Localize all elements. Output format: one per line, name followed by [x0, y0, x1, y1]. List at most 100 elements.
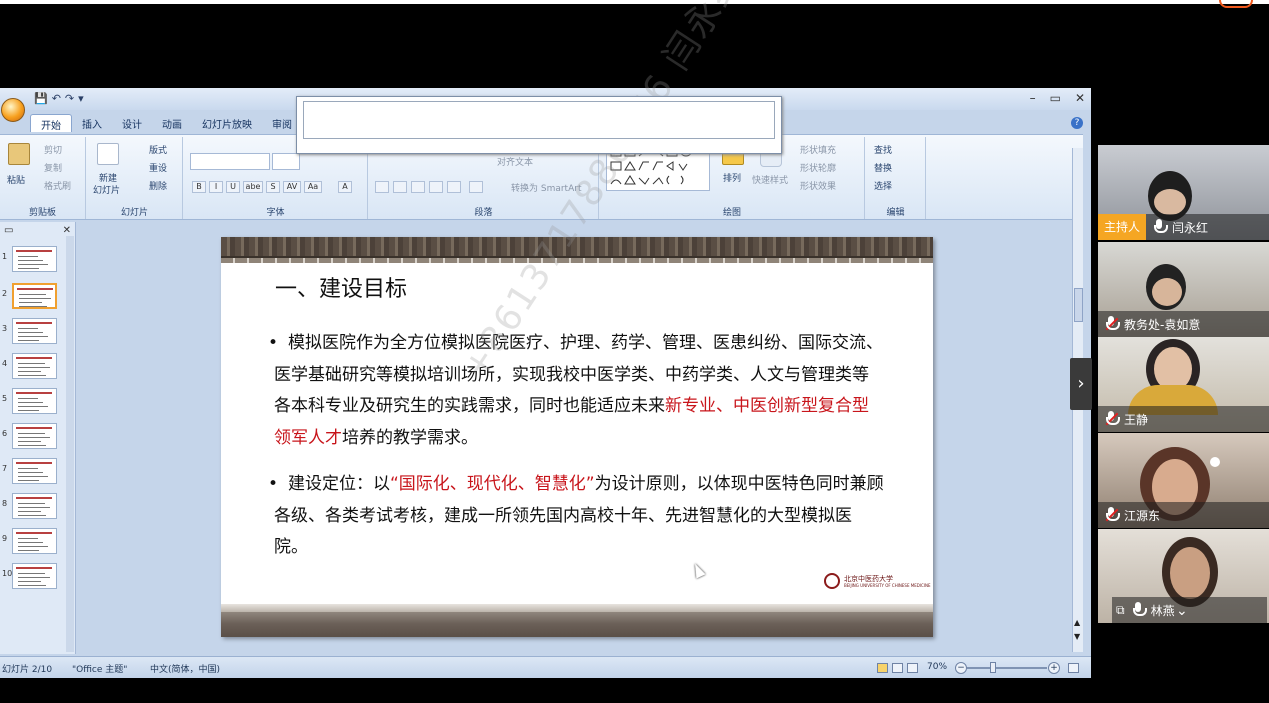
next-slide-icon[interactable]: ▼ — [1074, 632, 1080, 641]
change-case-button[interactable]: Aa — [304, 181, 322, 193]
slide-floor-decoration — [221, 604, 933, 637]
mic-muted-icon[interactable] — [1104, 411, 1120, 427]
align-center-icon[interactable] — [393, 181, 407, 193]
mic-muted-icon[interactable] — [1104, 316, 1120, 332]
clipboard-group-label: 剪贴板 — [28, 208, 56, 218]
reset-button[interactable]: 重设 — [149, 161, 167, 174]
copy-button[interactable]: 复制 — [44, 161, 62, 174]
zoom-slider[interactable] — [967, 667, 1047, 669]
slide-thumbnail[interactable] — [12, 318, 57, 344]
office-button[interactable] — [1, 98, 25, 122]
thumbnail-text-line — [18, 468, 38, 469]
thumbnail-text-line — [19, 306, 47, 307]
close-button[interactable]: ✕ — [1075, 91, 1085, 105]
layout-button[interactable]: 版式 — [149, 143, 167, 156]
restore-button[interactable]: ▭ — [1050, 91, 1061, 105]
paste-label[interactable]: 粘贴 — [7, 173, 25, 186]
thumbnail-text-line — [19, 302, 42, 303]
participant-tile[interactable]: 主持人 闫永红 — [1098, 145, 1269, 240]
thumbnail-text-line — [18, 476, 48, 477]
thumbnail-roof — [17, 288, 53, 290]
thumbnail-text-line — [18, 268, 39, 269]
arrange-button[interactable]: 排列 — [723, 171, 741, 184]
char-spacing-button[interactable]: AV — [283, 181, 301, 193]
strikethrough-button[interactable]: abe — [243, 181, 263, 193]
zoom-out-icon[interactable]: − — [955, 662, 967, 674]
find-button[interactable]: 查找 — [874, 143, 892, 156]
slide-sorter-icon[interactable] — [892, 663, 903, 673]
redo-icon[interactable]: ↷ — [65, 92, 74, 105]
font-size-combo[interactable] — [272, 153, 300, 170]
tab-slideshow[interactable]: 幻灯片放映 — [192, 114, 262, 132]
save-icon[interactable]: 💾 — [34, 92, 48, 105]
participant-tile[interactable]: 江源东 — [1098, 433, 1269, 528]
mic-muted-icon[interactable] — [1104, 507, 1120, 523]
close-pane-icon[interactable]: ✕ — [63, 225, 71, 236]
slides-group: 新建 幻灯片 版式 重设 删除 幻灯片 — [87, 137, 183, 219]
slide-thumbnail[interactable] — [12, 458, 57, 484]
prev-slide-icon[interactable]: ▲ — [1074, 618, 1080, 627]
quick-styles-button[interactable]: 快速样式 — [752, 173, 788, 186]
screen-share-icon[interactable]: ⧉ — [1116, 603, 1125, 618]
paste-icon[interactable] — [8, 143, 30, 165]
slide-thumbnail[interactable] — [12, 353, 57, 379]
shape-effects-button[interactable]: 形状效果 — [800, 179, 836, 192]
thumbnail-number: 9 — [2, 534, 8, 543]
thumbnail-text-line — [18, 363, 45, 364]
underline-button[interactable]: U — [226, 181, 240, 193]
zoom-slider-knob[interactable] — [990, 662, 996, 673]
align-right-icon[interactable] — [411, 181, 425, 193]
thumbnail-number: 3 — [2, 324, 8, 333]
align-left-icon[interactable] — [375, 181, 389, 193]
cut-button[interactable]: 剪切 — [44, 143, 62, 156]
participant-name: 闫永红 — [1172, 220, 1209, 235]
tab-insert[interactable]: 插入 — [72, 114, 112, 132]
shadow-button[interactable]: S — [266, 181, 280, 193]
italic-button[interactable]: I — [209, 181, 223, 193]
thumbnail-scrollbar[interactable] — [66, 236, 74, 652]
tab-home[interactable]: 开始 — [30, 114, 72, 132]
expand-panel-button[interactable]: › — [1070, 358, 1092, 410]
font-name-combo[interactable] — [190, 153, 270, 170]
slide-thumbnail[interactable] — [12, 528, 57, 554]
slide-scrollbar-thumb[interactable] — [1074, 288, 1083, 322]
slide-thumbnail[interactable] — [12, 388, 57, 414]
slideshow-view-icon[interactable] — [907, 663, 918, 673]
text-direction-button[interactable]: 对齐文本 — [497, 155, 533, 168]
select-button[interactable]: 选择 — [874, 179, 892, 192]
customize-qat-icon[interactable]: ▾ — [78, 92, 84, 105]
participant-tile[interactable]: 王静 — [1098, 337, 1269, 432]
new-slide-icon[interactable] — [97, 143, 119, 165]
replace-button[interactable]: 替换 — [874, 161, 892, 174]
chevron-down-icon[interactable]: ⌄ — [1176, 603, 1188, 619]
fit-window-icon[interactable] — [1068, 663, 1079, 673]
participant-tile[interactable]: 教务处-袁如意 — [1098, 242, 1269, 337]
font-color-button[interactable]: A — [338, 181, 352, 193]
format-painter-button[interactable]: 格式刷 — [44, 179, 71, 192]
slide-thumbnail[interactable] — [12, 246, 57, 272]
outline-tab-icon[interactable]: ▭ — [4, 225, 13, 236]
delete-button[interactable]: 删除 — [149, 179, 167, 192]
mic-on-icon[interactable] — [1152, 219, 1169, 235]
shape-fill-button[interactable]: 形状填充 — [800, 143, 836, 156]
help-icon[interactable]: ? — [1071, 117, 1083, 129]
zoom-in-icon[interactable]: + — [1048, 662, 1060, 674]
bold-button[interactable]: B — [192, 181, 206, 193]
normal-view-icon[interactable] — [877, 663, 888, 673]
shape-outline-button[interactable]: 形状轮廓 — [800, 161, 836, 174]
new-slide-label2[interactable]: 幻灯片 — [93, 183, 120, 196]
distribute-icon[interactable] — [447, 181, 461, 193]
participant-tile[interactable]: ⧉ 林燕 ⌄ — [1098, 529, 1269, 623]
slide-thumbnail[interactable] — [12, 563, 57, 589]
tab-design[interactable]: 设计 — [112, 114, 152, 132]
theme-name: "Office 主题" — [72, 665, 128, 675]
columns-icon[interactable] — [469, 181, 483, 193]
justify-icon[interactable] — [429, 181, 443, 193]
slide-thumbnail[interactable] — [12, 493, 57, 519]
slide-thumbnail[interactable] — [12, 423, 57, 449]
tab-animation[interactable]: 动画 — [152, 114, 192, 132]
mic-on-icon[interactable] — [1131, 602, 1147, 618]
undo-icon[interactable]: ↶ — [52, 92, 61, 105]
slide-thumbnail[interactable] — [12, 283, 57, 309]
minimize-button[interactable]: – — [1030, 91, 1036, 105]
